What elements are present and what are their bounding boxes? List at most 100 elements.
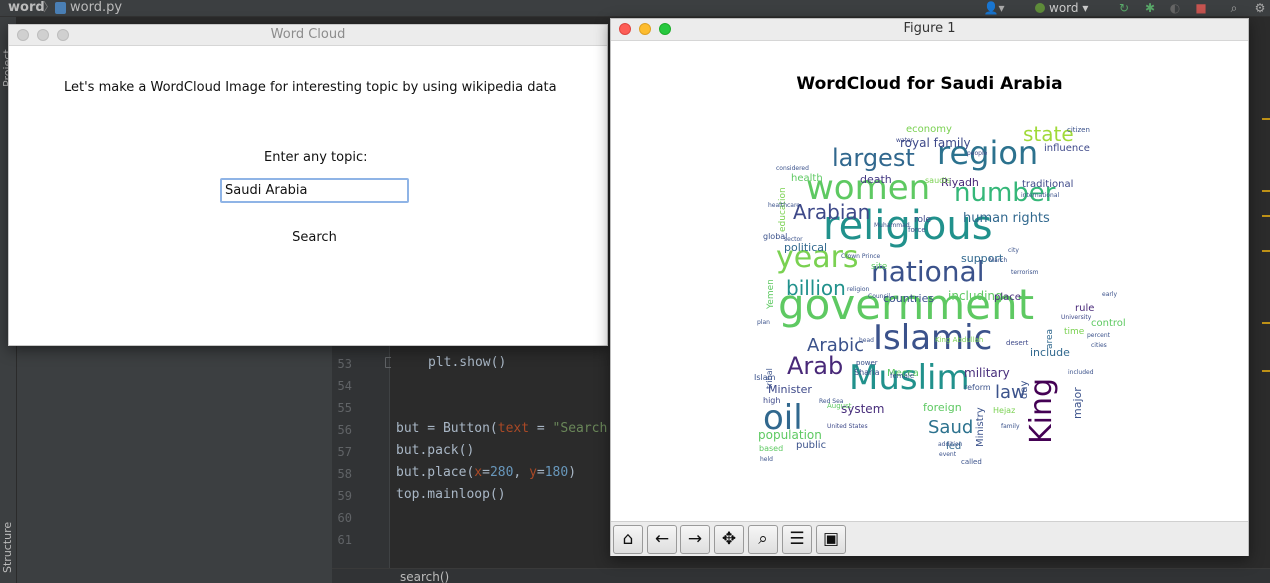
word-cloud-word: day bbox=[1019, 381, 1030, 399]
word-cloud-word: addition bbox=[938, 441, 963, 448]
zoom-icon[interactable]: ⌕ bbox=[748, 525, 778, 554]
word-cloud-word: foreign bbox=[923, 401, 962, 414]
home-icon[interactable]: ⌂ bbox=[613, 525, 643, 554]
code-line-59: top.mainloop() bbox=[396, 487, 506, 502]
error-stripe-marker[interactable] bbox=[1262, 250, 1270, 252]
word-cloud-word: water bbox=[896, 137, 914, 144]
word-cloud-word: University bbox=[1061, 314, 1092, 321]
code-token: = bbox=[536, 465, 545, 480]
word-cloud-word: health bbox=[791, 173, 823, 184]
window-title: Word Cloud bbox=[270, 27, 346, 42]
word-cloud-word: city bbox=[1008, 247, 1019, 254]
word-cloud-word: people bbox=[967, 150, 988, 157]
word-cloud-word: included bbox=[1068, 369, 1094, 376]
user-icon[interactable]: 👤▾ bbox=[980, 0, 1008, 16]
word-cloud-word: cities bbox=[1091, 342, 1107, 349]
word-cloud-word: billion bbox=[786, 276, 846, 300]
word-cloud-word: human rights bbox=[963, 211, 1050, 226]
code-token: but.place( bbox=[396, 465, 475, 480]
word-cloud-window: Word Cloud Let's make a WordCloud Image … bbox=[8, 24, 608, 346]
word-cloud-word: economy bbox=[906, 124, 952, 135]
code-token: but = Button( bbox=[396, 421, 498, 436]
word-cloud-words: governmentreligiousIslamicMuslimwomenreg… bbox=[754, 122, 1126, 466]
word-cloud-image: governmentreligiousIslamicMuslimwomenreg… bbox=[754, 122, 1126, 466]
word-cloud-word: influence bbox=[1044, 143, 1090, 154]
word-cloud-word: based bbox=[759, 444, 783, 453]
intro-label: Let's make a WordCloud Image for interes… bbox=[64, 80, 557, 95]
word-cloud-word: power bbox=[856, 359, 878, 367]
python-icon bbox=[1035, 3, 1045, 13]
word-cloud-word: high bbox=[763, 396, 780, 405]
editor-breadcrumb-bar: search() bbox=[332, 568, 1270, 583]
editor-scroll-gutter[interactable] bbox=[1249, 17, 1270, 568]
back-arrow-icon[interactable]: ← bbox=[647, 525, 677, 554]
word-cloud-word: Saud bbox=[928, 417, 973, 438]
word-cloud-word: control bbox=[1091, 318, 1126, 329]
error-stripe-marker[interactable] bbox=[1262, 370, 1270, 372]
word-cloud-word: considered bbox=[776, 165, 809, 172]
gear-icon[interactable]: ⚙ bbox=[1252, 0, 1268, 16]
forward-arrow-icon[interactable]: → bbox=[680, 525, 710, 554]
word-cloud-word: countries bbox=[883, 292, 934, 305]
word-cloud-word: Yemen bbox=[766, 279, 776, 310]
line-number: 56 bbox=[337, 423, 352, 437]
error-stripe-marker[interactable] bbox=[1262, 190, 1270, 192]
topic-input[interactable] bbox=[220, 178, 409, 203]
code-token: "Search bbox=[552, 421, 608, 436]
line-number: 58 bbox=[337, 467, 352, 481]
code-line-58: but.place(x=280, y=180) bbox=[396, 465, 576, 480]
search-button[interactable]: Search bbox=[289, 227, 340, 248]
word-cloud-word: family bbox=[1001, 423, 1020, 430]
word-cloud-word: head bbox=[859, 337, 874, 344]
word-cloud-word: Sharia bbox=[854, 368, 880, 377]
error-stripe-marker[interactable] bbox=[1262, 215, 1270, 217]
word-cloud-word: area bbox=[1045, 329, 1055, 349]
breadcrumb-separator: 〉 bbox=[43, 0, 56, 14]
code-token: ) bbox=[568, 465, 577, 480]
word-cloud-word: Muhammad bbox=[874, 222, 910, 229]
search-icon[interactable]: ⌕ bbox=[1226, 0, 1242, 16]
function-breadcrumb[interactable]: search() bbox=[400, 570, 449, 583]
run-config-label: word bbox=[1049, 1, 1079, 15]
save-icon[interactable]: ▣ bbox=[816, 525, 846, 554]
code-token: x bbox=[474, 465, 483, 480]
word-cloud-word: percent bbox=[1087, 332, 1111, 339]
word-cloud-word: role bbox=[914, 215, 932, 225]
word-cloud-word: desert bbox=[1006, 339, 1029, 347]
error-stripe-marker[interactable] bbox=[1262, 118, 1270, 120]
ide-toolbar: word 〉 word.py 👤▾ word ▾ ↻ ✱ ◐ ■ ⌕ ⚙ bbox=[0, 0, 1270, 17]
pan-icon[interactable]: ✥ bbox=[714, 525, 744, 554]
error-stripe-marker[interactable] bbox=[1262, 322, 1270, 324]
figure-window: Figure 1 WordCloud for Saudi Arabia gove… bbox=[610, 18, 1249, 556]
code-token: text bbox=[497, 421, 530, 436]
word-cloud-word: Minister bbox=[768, 383, 812, 396]
code-line-57: but.pack() bbox=[396, 443, 475, 458]
stop-icon[interactable]: ■ bbox=[1193, 0, 1209, 16]
coverage-icon[interactable]: ◐ bbox=[1167, 0, 1183, 16]
subplots-config-icon[interactable]: ☰ bbox=[782, 525, 812, 554]
word-cloud-word: death bbox=[860, 173, 892, 186]
word-cloud-word: terrorism bbox=[1011, 269, 1039, 276]
code-token: = bbox=[529, 421, 553, 436]
word-cloud-word: reform bbox=[964, 383, 991, 392]
file-name[interactable]: word.py bbox=[70, 0, 122, 15]
code-token: 280 bbox=[489, 465, 514, 480]
debug-icon[interactable]: ✱ bbox=[1142, 0, 1158, 16]
run-config-selector[interactable]: word ▾ bbox=[1035, 0, 1088, 16]
word-cloud-word: international bbox=[1021, 192, 1060, 199]
structure-tool-tab[interactable]: Structure bbox=[1, 503, 16, 573]
code-editor[interactable]: plt.show() but = Button(text = "Search b… bbox=[391, 346, 609, 568]
word-cloud-word: event bbox=[939, 451, 957, 458]
line-number: 61 bbox=[337, 533, 352, 547]
word-cloud-word: place bbox=[994, 292, 1021, 303]
word-cloud-word: female bbox=[890, 372, 914, 380]
word-cloud-word: traditional bbox=[1022, 179, 1073, 190]
code-line-56: but = Button(text = "Search bbox=[396, 421, 607, 436]
code-token: y bbox=[529, 465, 537, 480]
rerun-icon[interactable]: ↻ bbox=[1116, 0, 1132, 16]
line-number-gutter: 53 54 55 56 57 58 59 60 61 bbox=[332, 346, 390, 568]
project-name[interactable]: word bbox=[8, 0, 45, 15]
topic-prompt-label: Enter any topic: bbox=[264, 150, 368, 165]
word-cloud-word: major bbox=[1071, 387, 1084, 419]
window-titlebar[interactable]: Word Cloud bbox=[9, 25, 607, 46]
